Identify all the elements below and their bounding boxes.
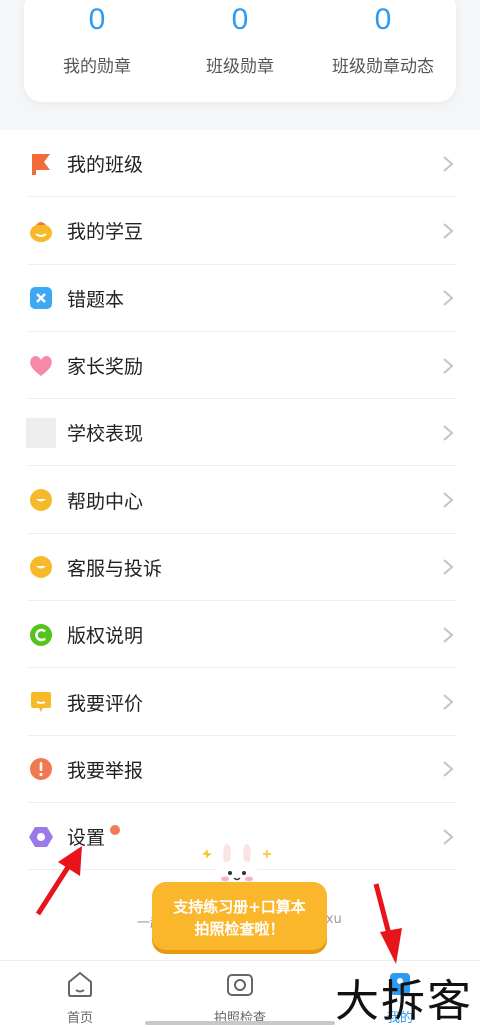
menu-item-label: 版权说明 <box>67 625 144 648</box>
promo-bubble[interactable]: 支持练习册+口算本 拍照检查啦！ <box>152 882 327 950</box>
menu-item-customer-service[interactable]: 客服与投诉 <box>0 534 480 602</box>
menu-item-label: 我的学豆 <box>67 221 144 244</box>
copyright-icon <box>28 622 54 648</box>
stat-label: 班级勋章动态 <box>332 57 434 77</box>
chevron-right-icon <box>443 492 454 508</box>
review-icon <box>28 689 54 715</box>
chevron-right-icon <box>443 761 454 778</box>
menu-item-my-beans[interactable]: 我的学豆 <box>0 197 480 265</box>
stats-card: 0 我的勋章 0 班级勋章 0 班级勋章动态 <box>24 0 456 102</box>
red-arrow-mine-tab <box>373 883 402 964</box>
notification-dot <box>110 824 120 835</box>
menu-item-help-center[interactable]: 帮助中心 <box>0 466 480 535</box>
menu-item-label: 我要评价 <box>67 692 144 715</box>
flag-icon <box>28 151 54 177</box>
tab-home[interactable]: 首页 <box>30 969 130 1026</box>
chevron-right-icon <box>443 290 454 306</box>
menu-item-report[interactable]: 我要举报 <box>0 736 480 804</box>
menu-item-mistake-book[interactable]: 错题本 <box>0 265 480 333</box>
mistake-book-icon <box>28 285 54 311</box>
menu-list: 我的班级 我的学豆 错题本 家长奖励 学校表现 帮助中心 客服与投诉 版权说明 … <box>0 130 480 871</box>
menu-item-label: 我要举报 <box>67 759 144 782</box>
promo-line-1: 支持练习册+口算本 <box>173 898 306 916</box>
menu-item-label: 学校表现 <box>67 423 144 446</box>
chevron-right-icon <box>443 357 454 374</box>
top-area: 0 我的勋章 0 班级勋章 0 班级勋章动态 <box>0 0 480 130</box>
bean-icon <box>28 218 54 244</box>
chevron-right-icon <box>443 425 454 441</box>
menu-item-label: 错题本 <box>67 288 125 311</box>
menu-item-school-performance[interactable]: 学校表现 <box>0 399 480 467</box>
chevron-right-icon <box>443 223 454 239</box>
menu-item-copyright[interactable]: 版权说明 <box>0 601 480 669</box>
school-performance-icon <box>26 417 56 448</box>
customer-service-icon <box>28 554 54 580</box>
watermark: 大拆客 <box>335 976 473 1027</box>
heart-icon <box>28 353 54 379</box>
stat-label: 我的勋章 <box>63 57 131 77</box>
chevron-right-icon <box>443 155 454 172</box>
stat-class-medal-activity[interactable]: 0 班级勋章动态 <box>308 0 458 77</box>
stat-value: 0 <box>231 3 249 36</box>
camera-icon <box>227 974 253 996</box>
stat-class-medals[interactable]: 0 班级勋章 <box>165 0 315 77</box>
stat-value: 0 <box>374 3 392 36</box>
menu-item-label: 客服与投诉 <box>67 557 163 580</box>
home-indicator <box>145 1021 335 1025</box>
stat-value: 0 <box>88 3 106 36</box>
menu-item-my-class[interactable]: 我的班级 <box>0 130 480 198</box>
tab-photo-check[interactable]: 拍照检查 <box>190 969 290 1026</box>
report-icon <box>28 756 54 782</box>
stat-label: 班级勋章 <box>206 57 274 77</box>
menu-item-review[interactable]: 我要评价 <box>0 668 480 736</box>
menu-item-label: 帮助中心 <box>67 490 144 513</box>
menu-item-label: 家长奖励 <box>67 356 144 379</box>
chevron-right-icon <box>443 694 454 710</box>
chevron-right-icon <box>443 559 454 576</box>
chevron-right-icon <box>443 828 454 845</box>
home-icon <box>68 971 92 997</box>
promo-line-2: 拍照检查啦！ <box>194 920 285 938</box>
stat-my-medals[interactable]: 0 我的勋章 <box>22 0 172 77</box>
menu-item-parent-rewards[interactable]: 家长奖励 <box>0 332 480 400</box>
chevron-right-icon <box>443 626 454 643</box>
tab-label: 首页 <box>66 1011 93 1026</box>
help-icon <box>28 487 54 513</box>
red-arrow-settings <box>35 846 82 916</box>
menu-item-label: 我的班级 <box>67 154 144 177</box>
